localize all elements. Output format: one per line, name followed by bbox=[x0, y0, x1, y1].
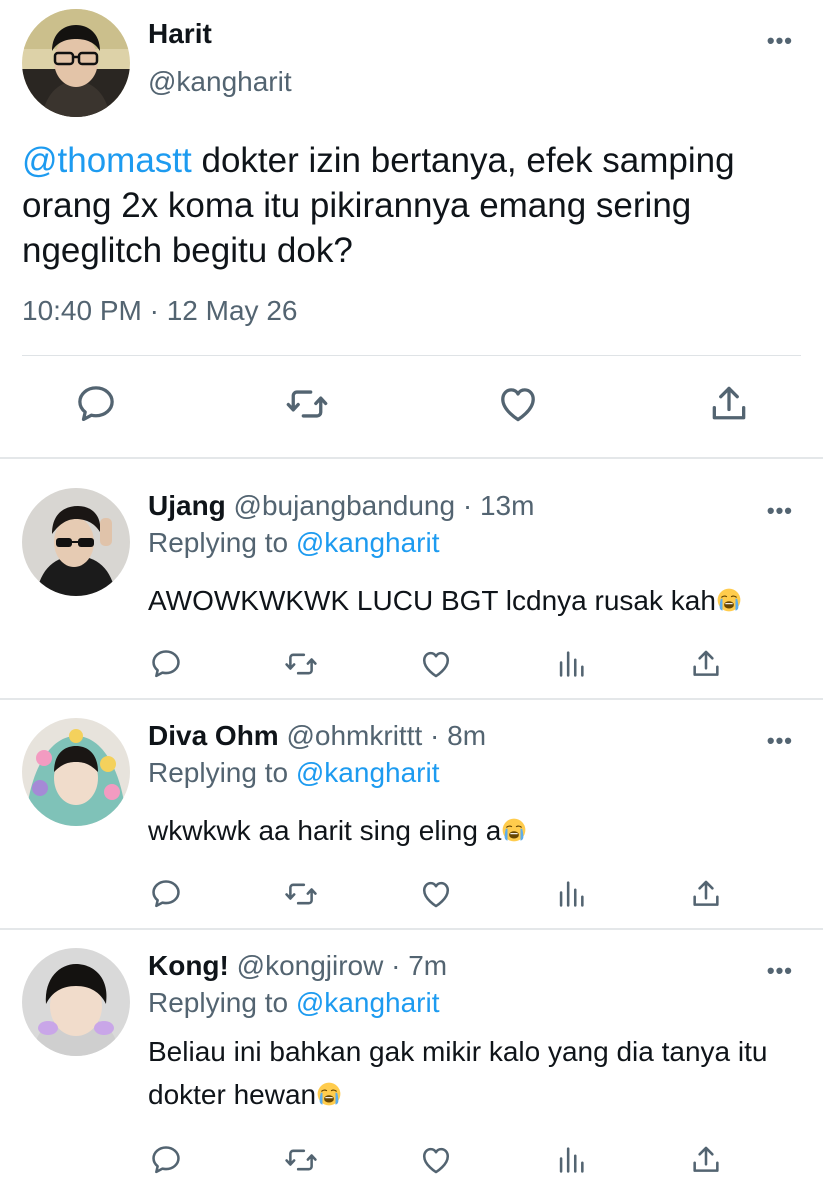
reply-body: AWOWKWKWK LUCU BGT lcdnya rusak kah bbox=[148, 585, 716, 616]
reply-text: wkwkwk aa harit sing eling a bbox=[148, 809, 798, 852]
retweet-icon[interactable] bbox=[284, 647, 318, 681]
author-name[interactable]: Diva Ohm bbox=[148, 720, 279, 751]
tweet-actions bbox=[0, 382, 823, 432]
reply-icon[interactable] bbox=[149, 877, 183, 911]
avatar[interactable] bbox=[22, 948, 130, 1056]
replying-to: Replying to @kangharit bbox=[148, 757, 439, 789]
reply-tweet: Ujang @bujangbandung · 13m ••• Replying … bbox=[0, 460, 823, 698]
analytics-icon[interactable] bbox=[554, 1143, 588, 1177]
author-handle[interactable]: @kangharit bbox=[148, 66, 292, 98]
mention-link[interactable]: @kangharit bbox=[296, 757, 440, 788]
more-options-icon[interactable]: ••• bbox=[767, 730, 793, 752]
tweet-text: @thomastt dokter izin bertanya, efek sam… bbox=[22, 138, 802, 273]
loudly-crying-face-icon bbox=[716, 587, 742, 613]
like-icon[interactable] bbox=[419, 1143, 453, 1177]
loudly-crying-face-icon bbox=[316, 1081, 342, 1107]
author-name[interactable]: Harit bbox=[148, 18, 212, 50]
more-options-icon[interactable]: ••• bbox=[767, 500, 793, 522]
author-name[interactable]: Ujang bbox=[148, 490, 226, 521]
avatar[interactable] bbox=[22, 9, 130, 117]
retweet-icon[interactable] bbox=[284, 877, 318, 911]
analytics-icon[interactable] bbox=[554, 647, 588, 681]
like-icon[interactable] bbox=[419, 877, 453, 911]
reply-actions bbox=[0, 877, 823, 913]
share-icon[interactable] bbox=[707, 382, 751, 426]
divider bbox=[22, 355, 801, 356]
replying-label: Replying to bbox=[148, 527, 296, 558]
tweet-timestamp[interactable]: 10:40 PM · 12 May 26 bbox=[22, 295, 297, 327]
divider bbox=[0, 457, 823, 459]
avatar-image bbox=[22, 948, 130, 1056]
replying-to: Replying to @kangharit bbox=[148, 527, 439, 559]
mention-link[interactable]: @thomastt bbox=[22, 141, 192, 180]
reply-actions bbox=[0, 647, 823, 683]
analytics-icon[interactable] bbox=[554, 877, 588, 911]
share-icon[interactable] bbox=[689, 877, 723, 911]
reply-tweet: Kong! @kongjirow · 7m ••• Replying to @k… bbox=[0, 930, 823, 1198]
replying-label: Replying to bbox=[148, 757, 296, 788]
reply-text: AWOWKWKWK LUCU BGT lcdnya rusak kah bbox=[148, 579, 798, 622]
loudly-crying-face-icon bbox=[501, 817, 527, 843]
reply-text: Beliau ini bahkan gak mikir kalo yang di… bbox=[148, 1030, 798, 1116]
reply-header: Diva Ohm @ohmkrittt · 8m bbox=[148, 720, 486, 752]
more-options-icon[interactable]: ••• bbox=[767, 960, 793, 982]
reply-icon[interactable] bbox=[74, 382, 118, 426]
reply-header: Ujang @bujangbandung · 13m bbox=[148, 490, 534, 522]
reply-actions bbox=[0, 1143, 823, 1179]
reply-icon[interactable] bbox=[149, 647, 183, 681]
avatar-image bbox=[22, 9, 130, 117]
retweet-icon[interactable] bbox=[284, 1143, 318, 1177]
reply-body: Beliau ini bahkan gak mikir kalo yang di… bbox=[148, 1036, 768, 1110]
avatar-image bbox=[22, 718, 130, 826]
avatar-image bbox=[22, 488, 130, 596]
replying-to: Replying to @kangharit bbox=[148, 987, 439, 1019]
share-icon[interactable] bbox=[689, 647, 723, 681]
author-meta[interactable]: @kongjirow · 7m bbox=[229, 950, 448, 981]
author-meta[interactable]: @ohmkrittt · 8m bbox=[279, 720, 486, 751]
avatar[interactable] bbox=[22, 488, 130, 596]
like-icon[interactable] bbox=[496, 382, 540, 426]
retweet-icon[interactable] bbox=[285, 382, 329, 426]
like-icon[interactable] bbox=[419, 647, 453, 681]
mention-link[interactable]: @kangharit bbox=[296, 987, 440, 1018]
reply-icon[interactable] bbox=[149, 1143, 183, 1177]
author-meta[interactable]: @bujangbandung · 13m bbox=[226, 490, 535, 521]
reply-header: Kong! @kongjirow · 7m bbox=[148, 950, 447, 982]
main-tweet: Harit @kangharit ••• @thomastt dokter iz… bbox=[0, 0, 823, 458]
more-options-icon[interactable]: ••• bbox=[767, 30, 793, 52]
avatar[interactable] bbox=[22, 718, 130, 826]
share-icon[interactable] bbox=[689, 1143, 723, 1177]
author-name[interactable]: Kong! bbox=[148, 950, 229, 981]
reply-tweet: Diva Ohm @ohmkrittt · 8m ••• Replying to… bbox=[0, 700, 823, 928]
reply-body: wkwkwk aa harit sing eling a bbox=[148, 815, 502, 846]
replying-label: Replying to bbox=[148, 987, 296, 1018]
mention-link[interactable]: @kangharit bbox=[296, 527, 440, 558]
